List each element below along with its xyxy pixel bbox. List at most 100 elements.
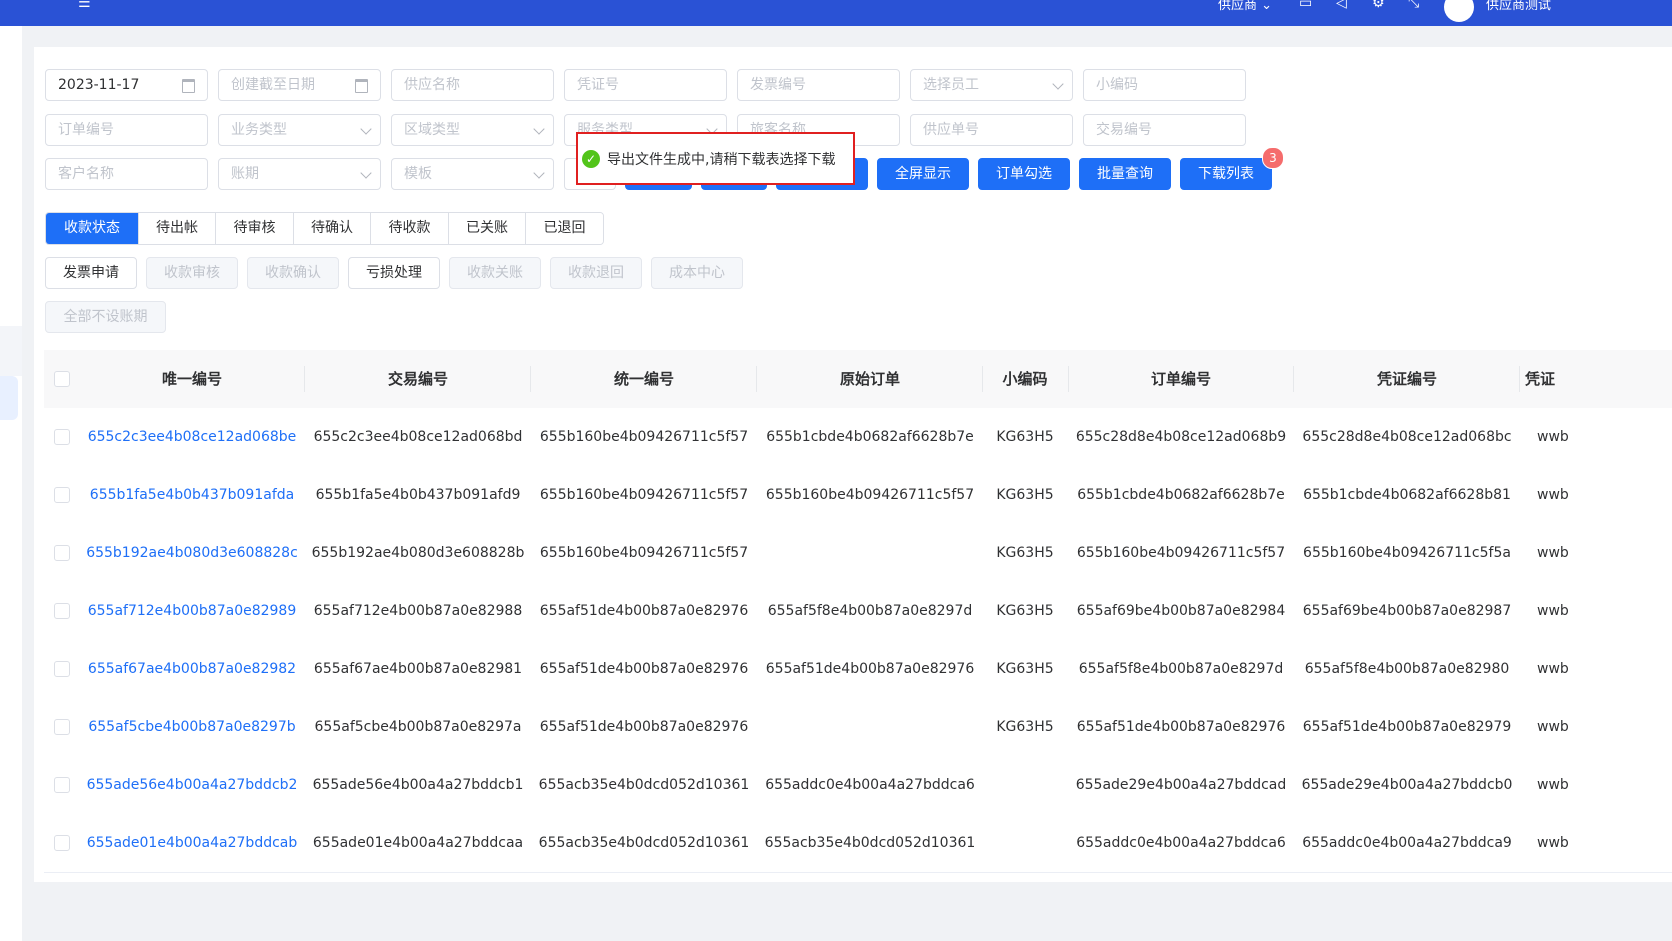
- tab-pending-confirm[interactable]: 待确认: [294, 213, 371, 244]
- loss-handle-button[interactable]: 亏损处理: [348, 257, 440, 289]
- receipt-close-button[interactable]: 收款关账: [449, 257, 541, 289]
- sidebar-item[interactable]: [0, 326, 22, 376]
- monitor-icon[interactable]: ▭: [1299, 0, 1312, 10]
- unique-id-link[interactable]: 655af67ae4b00b87a0e82982: [82, 640, 302, 698]
- fullscreen-button[interactable]: 全屏显示: [877, 158, 969, 190]
- supply-order-placeholder: 供应单号: [923, 122, 979, 138]
- row-checkbox[interactable]: [54, 545, 70, 561]
- table-row[interactable]: 655b192ae4b080d3e608828c 655b192ae4b080d…: [44, 524, 1672, 583]
- receipt-return-button[interactable]: 收款退回: [550, 257, 642, 289]
- invoice-no-placeholder: 发票编号: [750, 77, 806, 93]
- voucher-no-cell: 655af51de4b00b87a0e82979: [1302, 719, 1512, 735]
- customer-name-input[interactable]: 客户名称: [45, 158, 208, 190]
- small-code-input[interactable]: 小编码: [1083, 69, 1246, 101]
- chevron-down-icon: [533, 123, 545, 135]
- tab-pending-review[interactable]: 待审核: [216, 213, 294, 244]
- trade-no-cell: 655ade56e4b00a4a27bddcb1: [312, 777, 524, 793]
- unique-id-link[interactable]: 655b1fa5e4b0b437b091afda: [82, 466, 302, 524]
- voucher-no-input[interactable]: 凭证号: [564, 69, 727, 101]
- header-voucher-extra: 凭证: [1524, 370, 1555, 388]
- export-toast: ✓ 导出文件生成中,请稍下载表选择下载: [576, 132, 855, 185]
- order-no-cell: 655ade29e4b00a4a27bddcad: [1075, 777, 1287, 793]
- table-row[interactable]: 655af67ae4b00b87a0e82982 655af67ae4b00b8…: [44, 640, 1672, 699]
- avatar[interactable]: [1444, 0, 1474, 22]
- header-small-code: 小编码: [1002, 370, 1048, 388]
- tab-closed[interactable]: 已关账: [449, 213, 526, 244]
- unified-no-cell: 655af51de4b00b87a0e82976: [539, 719, 749, 735]
- unique-id-link[interactable]: 655b192ae4b080d3e608828c: [82, 524, 302, 582]
- cost-center-button[interactable]: 成本中心: [651, 257, 743, 289]
- no-period-all-button[interactable]: 全部不设账期: [45, 301, 166, 333]
- receipt-confirm-button[interactable]: 收款确认: [247, 257, 339, 289]
- unified-no-cell: 655acb35e4b0dcd052d10361: [538, 777, 750, 793]
- supply-order-input[interactable]: 供应单号: [910, 114, 1073, 146]
- header-voucher-no: 凭证编号: [1376, 370, 1437, 388]
- receipt-review-button[interactable]: 收款审核: [146, 257, 238, 289]
- menu-fold-icon[interactable]: ☰: [78, 0, 91, 10]
- unique-id-link[interactable]: 655af5cbe4b00b87a0e8297b: [82, 698, 302, 756]
- table-row[interactable]: 655ade01e4b00a4a27bddcab 655ade01e4b00a4…: [44, 814, 1672, 873]
- original-order-cell: [760, 698, 980, 756]
- date-start-picker[interactable]: 2023-11-17: [45, 69, 208, 101]
- header-unique-id: 唯一编号: [161, 370, 222, 388]
- original-order-cell: 655b1cbde4b0682af6628b7e: [766, 429, 974, 445]
- table-row[interactable]: 655af712e4b00b87a0e82989 655af712e4b00b8…: [44, 582, 1672, 641]
- chevron-down-icon: [1052, 78, 1064, 90]
- fullscreen-icon[interactable]: ⤡: [1408, 0, 1419, 10]
- voucher-extra-cell: wwb: [1537, 545, 1569, 561]
- invoice-no-input[interactable]: 发票编号: [737, 69, 900, 101]
- invoice-apply-button[interactable]: 发票申请: [45, 257, 137, 289]
- unique-id-link[interactable]: 655ade01e4b00a4a27bddcab: [82, 814, 302, 872]
- header-divider: [304, 366, 305, 392]
- gear-icon[interactable]: ⚙: [1372, 0, 1385, 10]
- supplier-menu[interactable]: 供应商 ⌄: [1218, 0, 1272, 13]
- header-divider: [530, 366, 531, 392]
- region-type-select[interactable]: 区域类型: [391, 114, 554, 146]
- row-checkbox[interactable]: [54, 719, 70, 735]
- tab-pending-bill[interactable]: 待出帐: [139, 213, 216, 244]
- table-row[interactable]: 655b1fa5e4b0b437b091afda 655b1fa5e4b0b43…: [44, 466, 1672, 525]
- unique-id-link[interactable]: 655ade56e4b00a4a27bddcb2: [82, 756, 302, 814]
- tab-returned[interactable]: 已退回: [526, 213, 603, 244]
- trade-no-cell: 655c2c3ee4b08ce12ad068bd: [313, 429, 523, 445]
- sidebar: [0, 26, 22, 941]
- voucher-extra-cell: wwb: [1537, 603, 1569, 619]
- order-select-button[interactable]: 订单勾选: [978, 158, 1070, 190]
- business-type-select[interactable]: 业务类型: [218, 114, 381, 146]
- speaker-icon[interactable]: ◁: [1336, 0, 1347, 10]
- date-start-value: 2023-11-17: [58, 77, 140, 93]
- template-select[interactable]: 模板: [391, 158, 554, 190]
- select-all-checkbox[interactable]: [54, 371, 70, 387]
- user-name[interactable]: 供应商测试: [1486, 0, 1551, 13]
- download-list-button[interactable]: 下载列表: [1180, 158, 1272, 190]
- row-checkbox[interactable]: [54, 835, 70, 851]
- customer-name-placeholder: 客户名称: [58, 166, 114, 182]
- batch-query-button[interactable]: 批量查询: [1079, 158, 1171, 190]
- tab-pending-receipt[interactable]: 待收款: [371, 213, 449, 244]
- row-checkbox[interactable]: [54, 777, 70, 793]
- date-end-placeholder: 创建截至日期: [231, 77, 315, 93]
- order-no-input[interactable]: 订单编号: [45, 114, 208, 146]
- account-period-select[interactable]: 账期: [218, 158, 381, 190]
- voucher-extra-cell: wwb: [1537, 487, 1569, 503]
- table-row[interactable]: 655ade56e4b00a4a27bddcb2 655ade56e4b00a4…: [44, 756, 1672, 815]
- tab-receipt-status[interactable]: 收款状态: [46, 213, 139, 244]
- trade-no-input[interactable]: 交易编号: [1083, 114, 1246, 146]
- table-row[interactable]: 655af5cbe4b00b87a0e8297b 655af5cbe4b00b8…: [44, 698, 1672, 757]
- unique-id-link[interactable]: 655c2c3ee4b08ce12ad068be: [82, 408, 302, 466]
- row-checkbox[interactable]: [54, 429, 70, 445]
- unified-no-cell: 655acb35e4b0dcd052d10361: [538, 835, 750, 851]
- unique-id-link[interactable]: 655af712e4b00b87a0e82989: [82, 582, 302, 640]
- voucher-extra-cell: wwb: [1537, 719, 1569, 735]
- row-checkbox[interactable]: [54, 487, 70, 503]
- voucher-extra-cell: wwb: [1537, 777, 1569, 793]
- row-checkbox[interactable]: [54, 603, 70, 619]
- employee-select[interactable]: 选择员工: [910, 69, 1073, 101]
- download-count-badge: 3: [1262, 147, 1284, 169]
- supplier-name-input[interactable]: 供应名称: [391, 69, 554, 101]
- row-checkbox[interactable]: [54, 661, 70, 677]
- sidebar-item-active[interactable]: [0, 376, 18, 420]
- header-original-order: 原始订单: [839, 370, 900, 388]
- table-row[interactable]: 655c2c3ee4b08ce12ad068be 655c2c3ee4b08ce…: [44, 408, 1672, 467]
- date-end-picker[interactable]: 创建截至日期: [218, 69, 381, 101]
